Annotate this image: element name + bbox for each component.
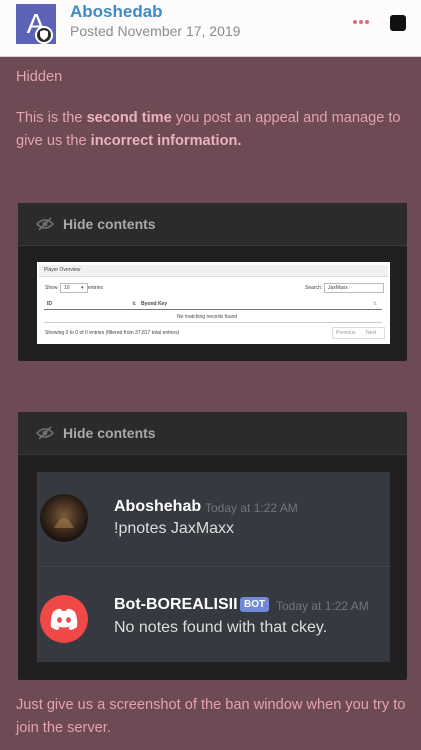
sort-icon: ⇅ — [132, 301, 137, 307]
multiquote-icon[interactable] — [390, 15, 406, 31]
show-label: Show — [45, 285, 58, 291]
message-divider — [37, 566, 390, 567]
discord-screenshot: Aboshehab Today at 1:22 AM !pnotes JaxMa… — [37, 472, 390, 662]
header-rule — [44, 309, 382, 310]
bold-text: second time — [86, 110, 172, 126]
table-info: Showing 0 to 0 of 0 entries (filtered fr… — [45, 330, 180, 336]
eye-slash-icon — [36, 426, 54, 440]
post-paragraph-2: Just give us a screenshot of the ban win… — [16, 697, 406, 736]
entries-label: entries — [88, 285, 104, 291]
row-rule — [44, 322, 382, 323]
message-time: Today at 1:22 AM — [205, 501, 298, 515]
message-author[interactable]: Bot-BOREALISII — [114, 596, 238, 614]
bold-text: incorrect information. — [90, 133, 242, 149]
post-date[interactable]: Posted November 17, 2019 — [70, 23, 240, 39]
message-text: !pnotes JaxMaxx — [114, 520, 235, 537]
post-paragraph-1: This is the second time you post an appe… — [16, 107, 411, 153]
column-id[interactable]: ID — [47, 301, 52, 307]
shield-badge-icon — [35, 26, 53, 44]
message-time: Today at 1:22 AM — [276, 599, 369, 613]
previous-button[interactable]: Previous — [336, 330, 355, 336]
post-header: A Aboshedab Posted November 17, 2019 — [0, 0, 421, 56]
hidden-label: Hidden — [16, 69, 63, 85]
text-span: This is the — [16, 110, 87, 126]
empty-message: No matching records found — [177, 314, 238, 320]
sort-icon: ⇅ — [373, 301, 378, 307]
page-size-value: 10 — [64, 285, 70, 291]
search-value: JaxMaxx — [328, 285, 348, 291]
panel-title: Player Overview — [44, 267, 81, 273]
more-options-icon[interactable] — [351, 12, 371, 32]
next-button[interactable]: Next — [366, 330, 376, 336]
user-avatar-icon — [40, 494, 88, 542]
bot-tag: BOT — [240, 597, 270, 612]
panel-heading — [39, 265, 388, 277]
spoiler-title: Hide contents — [63, 216, 156, 232]
header-divider — [0, 56, 421, 57]
column-byond-key[interactable]: Byond Key — [141, 301, 167, 307]
spoiler-toggle[interactable]: Hide contents — [18, 203, 407, 246]
player-overview-screenshot: Player Overview Show 10 ▾ entries Search… — [37, 262, 390, 344]
eye-slash-icon — [36, 217, 54, 231]
spoiler-title: Hide contents — [63, 425, 156, 441]
message-author[interactable]: Aboshehab — [114, 498, 201, 516]
chevron-down-icon: ▾ — [81, 285, 84, 291]
spoiler-toggle[interactable]: Hide contents — [18, 412, 407, 455]
discord-logo-icon — [40, 595, 88, 643]
search-label: Search: — [305, 285, 323, 291]
message-text: No notes found with that ckey. — [114, 619, 328, 636]
author-name[interactable]: Aboshedab — [70, 2, 163, 22]
